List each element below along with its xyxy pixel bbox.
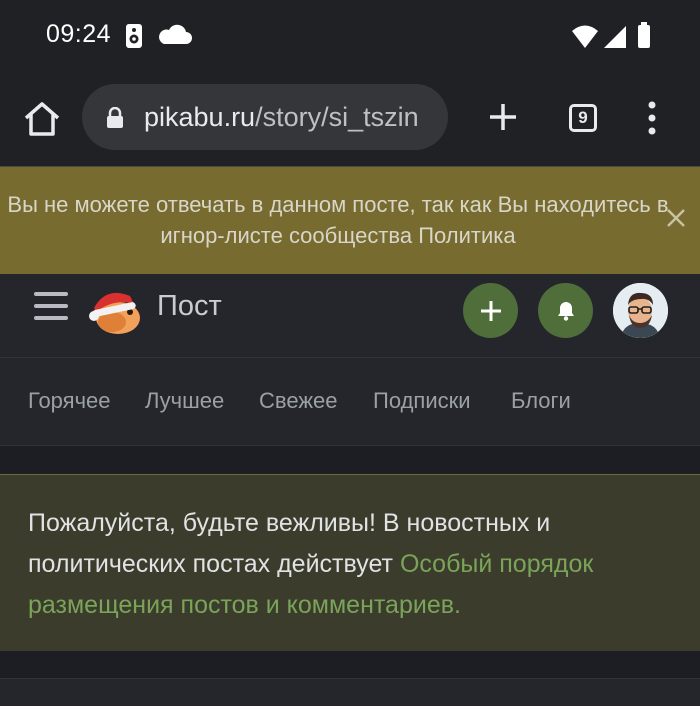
home-button[interactable] [22,100,62,138]
close-icon [667,209,685,227]
ignore-list-banner: Вы не можете отвечать в данном посте, та… [0,166,700,275]
feed-tabs: Горячее Лучшее Свежее Подписки Блоги [0,357,700,446]
notice-text: Пожалуйста, будьте вежливы! В новостных … [28,503,678,626]
hamburger-icon [34,292,68,296]
cloud-icon [159,24,192,44]
tab-best[interactable]: Лучшее [145,388,224,414]
tab-switcher-button[interactable]: 9 [569,104,597,132]
bell-icon [557,301,574,321]
url-bar[interactable]: pikabu.ru/story/si_tszin [82,84,448,150]
ignore-banner-text: Вы не можете отвечать в данном посте, та… [7,192,669,248]
plus-icon [490,104,516,130]
tab-fresh[interactable]: Свежее [259,388,338,414]
new-tab-button[interactable] [488,102,518,132]
lock-icon [107,107,123,128]
url-path: /story/si_tszin [255,102,419,132]
browser-menu-button[interactable] [646,101,658,135]
speaker-icon [126,24,142,48]
tab-blogs[interactable]: Блоги [511,388,571,414]
url-text[interactable]: pikabu.ru/story/si_tszin [144,102,444,133]
pikabu-logo[interactable] [86,282,146,340]
battery-icon [638,22,650,48]
politeness-notice: Пожалуйста, будьте вежливы! В новостных … [0,474,700,652]
user-avatar[interactable] [613,283,668,338]
banner-close-button[interactable] [666,208,686,233]
kebab-menu-icon [648,101,656,135]
next-content-card [0,678,700,706]
browser-toolbar: pikabu.ru/story/si_tszin 9 [0,70,700,166]
wifi-icon [572,25,598,48]
home-icon [24,102,60,136]
tab-subscriptions[interactable]: Подписки [373,388,471,414]
section-gap [0,445,700,475]
plus-icon [480,300,501,321]
notifications-button[interactable] [538,283,593,338]
hamburger-icon-line [34,304,68,308]
tab-hot[interactable]: Горячее [28,388,111,414]
cell-signal-icon [604,26,626,48]
status-bar: 09:24 [0,0,700,70]
status-time: 09:24 [46,20,112,48]
add-post-button[interactable] [463,283,518,338]
status-left-icons [124,22,214,55]
hamburger-menu-button[interactable] [34,292,68,324]
hamburger-icon-line [34,316,68,320]
page-title: Пост [157,290,222,322]
status-right-icons [570,22,656,55]
site-header: Пост [0,274,700,357]
url-domain: pikabu.ru [144,102,256,132]
